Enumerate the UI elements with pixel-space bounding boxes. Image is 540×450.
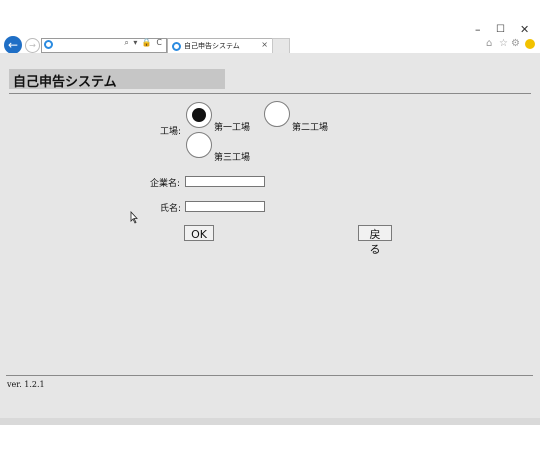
window-bottom-edge [0,418,540,425]
divider [9,93,531,94]
radio-selected-dot [192,108,206,122]
radio-label-factory-1: 第一工場 [214,123,251,133]
tab-title: 自己申告システム [184,42,240,50]
ok-button[interactable]: OK [184,225,214,241]
radio-label-factory-2: 第二工場 [292,123,329,133]
version-text: ver. 1.2.1 [7,380,45,389]
back-button[interactable]: ← [4,36,22,54]
page-title: 自己申告システム [13,75,117,90]
factory-label: 工場: [160,127,182,137]
address-tools[interactable]: ⌕ ▾ 🔒 C [124,38,163,48]
name-label: 氏名: [160,204,182,214]
mouse-cursor-icon [130,211,138,224]
radio-factory-2[interactable] [264,101,290,127]
star-icon[interactable]: ☆ [499,38,508,49]
tab-close-icon[interactable]: × [261,40,268,49]
new-tab-button[interactable] [272,38,290,54]
title-bar: 自己申告システム [9,69,225,90]
name-input[interactable] [185,201,265,212]
radio-label-factory-3: 第三工場 [214,153,251,163]
home-icon[interactable]: ⌂ [486,38,492,49]
radio-factory-1[interactable] [186,102,212,128]
forward-button[interactable]: → [25,38,40,53]
page-content: 自己申告システム 工場: 第一工場 第二工場 第三工場 企業名: 氏名: OK … [0,53,540,418]
radio-factory-3[interactable] [186,132,212,158]
company-label: 企業名: [150,179,181,189]
ie-logo-icon [172,42,181,51]
smiley-icon[interactable] [525,39,535,49]
maximize-button[interactable]: ☐ [496,24,505,36]
minimize-button[interactable]: – [475,24,481,36]
footer-divider [6,375,533,376]
ie-logo-icon [44,40,53,49]
gear-icon[interactable]: ⚙ [511,38,520,49]
company-input[interactable] [185,176,265,187]
address-bar[interactable]: ⌕ ▾ 🔒 C [41,38,167,53]
tab-active[interactable]: 自己申告システム × [167,38,273,54]
back-button-page[interactable]: 戻る [358,225,392,256]
browser-window: – ☐ ✕ ← → ⌕ ▾ 🔒 C 自己申告システム × ⌂ ☆ ⚙ 自己申告シ… [0,0,540,425]
close-button[interactable]: ✕ [520,24,529,36]
